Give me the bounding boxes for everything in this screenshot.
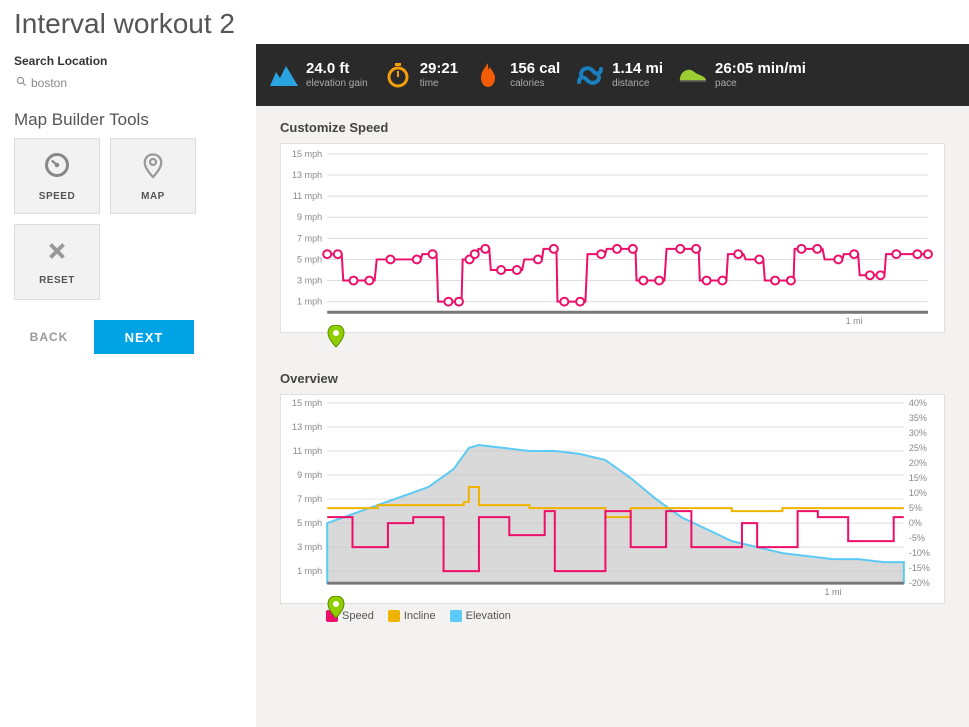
overview-chart-title: Overview bbox=[280, 371, 945, 386]
stat-calories: 156 calcalories bbox=[474, 61, 560, 89]
elevation-icon bbox=[270, 61, 298, 89]
stat-time-label: time bbox=[420, 78, 458, 89]
legend-elevation-swatch bbox=[450, 610, 462, 622]
reset-tool-label: RESET bbox=[39, 275, 75, 286]
svg-text:5 mph: 5 mph bbox=[297, 518, 322, 528]
svg-text:15 mph: 15 mph bbox=[292, 398, 322, 408]
overview-chart[interactable]: 1 mph 3 mph 5 mph 7 mph 9 mph 11 mph 13 mph 15 … bbox=[280, 394, 945, 604]
stat-pace-label: pace bbox=[715, 78, 806, 89]
legend-elevation-label: Elevation bbox=[466, 610, 511, 622]
back-button[interactable]: BACK bbox=[14, 320, 84, 354]
svg-text:5 mph: 5 mph bbox=[297, 254, 322, 264]
next-button[interactable]: NEXT bbox=[94, 320, 194, 354]
svg-text:15 mph: 15 mph bbox=[292, 149, 322, 159]
svg-text:1 mph: 1 mph bbox=[297, 566, 322, 576]
svg-text:-5%: -5% bbox=[909, 533, 925, 543]
stat-pace: 26:05 min/mipace bbox=[679, 61, 806, 89]
svg-text:15%: 15% bbox=[909, 473, 927, 483]
svg-text:3 mph: 3 mph bbox=[297, 276, 322, 286]
gauge-icon bbox=[42, 150, 72, 185]
map-tool-button[interactable]: MAP bbox=[110, 138, 196, 214]
stat-time-value: 29:21 bbox=[420, 61, 458, 78]
overview-legend: Speed Incline Elevation bbox=[280, 604, 945, 622]
map-pin-icon bbox=[138, 150, 168, 185]
svg-text:7 mph: 7 mph bbox=[297, 233, 322, 243]
svg-text:-20%: -20% bbox=[909, 578, 930, 588]
speed-tool-button[interactable]: SPEED bbox=[14, 138, 100, 214]
stat-elevation: 24.0 ftelevation gain bbox=[270, 61, 368, 89]
legend-incline-swatch bbox=[388, 610, 400, 622]
svg-text:1 mi: 1 mi bbox=[846, 316, 863, 326]
speed-chart[interactable]: 1 mph 3 mph 5 mph 7 mph 9 mph 11 mph 13 mph 15 … bbox=[280, 143, 945, 333]
stat-cal-value: 156 cal bbox=[510, 61, 560, 78]
svg-text:13 mph: 13 mph bbox=[292, 422, 322, 432]
overview-position-marker[interactable] bbox=[327, 596, 345, 625]
search-label: Search Location bbox=[14, 54, 242, 68]
stat-time: 29:21time bbox=[384, 61, 458, 89]
position-marker[interactable] bbox=[327, 325, 345, 354]
speed-tool-label: SPEED bbox=[39, 191, 75, 202]
svg-text:-15%: -15% bbox=[909, 563, 930, 573]
svg-text:5%: 5% bbox=[909, 503, 922, 513]
svg-text:11 mph: 11 mph bbox=[293, 446, 322, 456]
svg-text:7 mph: 7 mph bbox=[297, 494, 322, 504]
legend-incline-label: Incline bbox=[404, 610, 436, 622]
stat-pace-value: 26:05 min/mi bbox=[715, 61, 806, 78]
search-value: boston bbox=[31, 76, 67, 90]
svg-text:40%: 40% bbox=[909, 398, 927, 408]
main-panel: 24.0 ftelevation gain 29:21time 156 calc… bbox=[256, 44, 969, 727]
stat-distance: 1.14 midistance bbox=[576, 61, 663, 89]
stat-cal-label: calories bbox=[510, 78, 560, 89]
stat-elevation-value: 24.0 ft bbox=[306, 61, 368, 78]
svg-text:20%: 20% bbox=[909, 458, 927, 468]
stat-elevation-label: elevation gain bbox=[306, 78, 368, 89]
builder-tools-title: Map Builder Tools bbox=[14, 110, 242, 130]
map-tool-label: MAP bbox=[141, 191, 165, 202]
page-title: Interval workout 2 bbox=[0, 0, 969, 44]
svg-text:35%: 35% bbox=[909, 413, 927, 423]
svg-text:13 mph: 13 mph bbox=[292, 170, 322, 180]
svg-text:1 mph: 1 mph bbox=[297, 297, 322, 307]
svg-text:10%: 10% bbox=[909, 488, 927, 498]
search-icon bbox=[16, 76, 27, 90]
close-icon bbox=[44, 238, 70, 269]
shoe-icon bbox=[679, 61, 707, 89]
svg-text:3 mph: 3 mph bbox=[297, 542, 322, 552]
stopwatch-icon bbox=[384, 61, 412, 89]
stat-dist-label: distance bbox=[612, 78, 663, 89]
svg-text:0%: 0% bbox=[909, 518, 922, 528]
reset-tool-button[interactable]: RESET bbox=[14, 224, 100, 300]
svg-text:25%: 25% bbox=[909, 443, 927, 453]
svg-text:9 mph: 9 mph bbox=[297, 212, 322, 222]
stat-dist-value: 1.14 mi bbox=[612, 61, 663, 78]
flame-icon bbox=[474, 61, 502, 89]
svg-text:-10%: -10% bbox=[909, 548, 930, 558]
legend-speed-label: Speed bbox=[342, 610, 374, 622]
search-input[interactable]: boston bbox=[14, 72, 242, 104]
stats-bar: 24.0 ftelevation gain 29:21time 156 calc… bbox=[256, 44, 969, 106]
svg-text:1 mi: 1 mi bbox=[824, 587, 841, 597]
speed-chart-title: Customize Speed bbox=[280, 120, 945, 135]
svg-text:30%: 30% bbox=[909, 428, 927, 438]
loop-icon bbox=[576, 61, 604, 89]
svg-text:9 mph: 9 mph bbox=[297, 470, 322, 480]
sidebar: Search Location boston Map Builder Tools… bbox=[0, 44, 256, 727]
svg-text:11 mph: 11 mph bbox=[293, 191, 322, 201]
